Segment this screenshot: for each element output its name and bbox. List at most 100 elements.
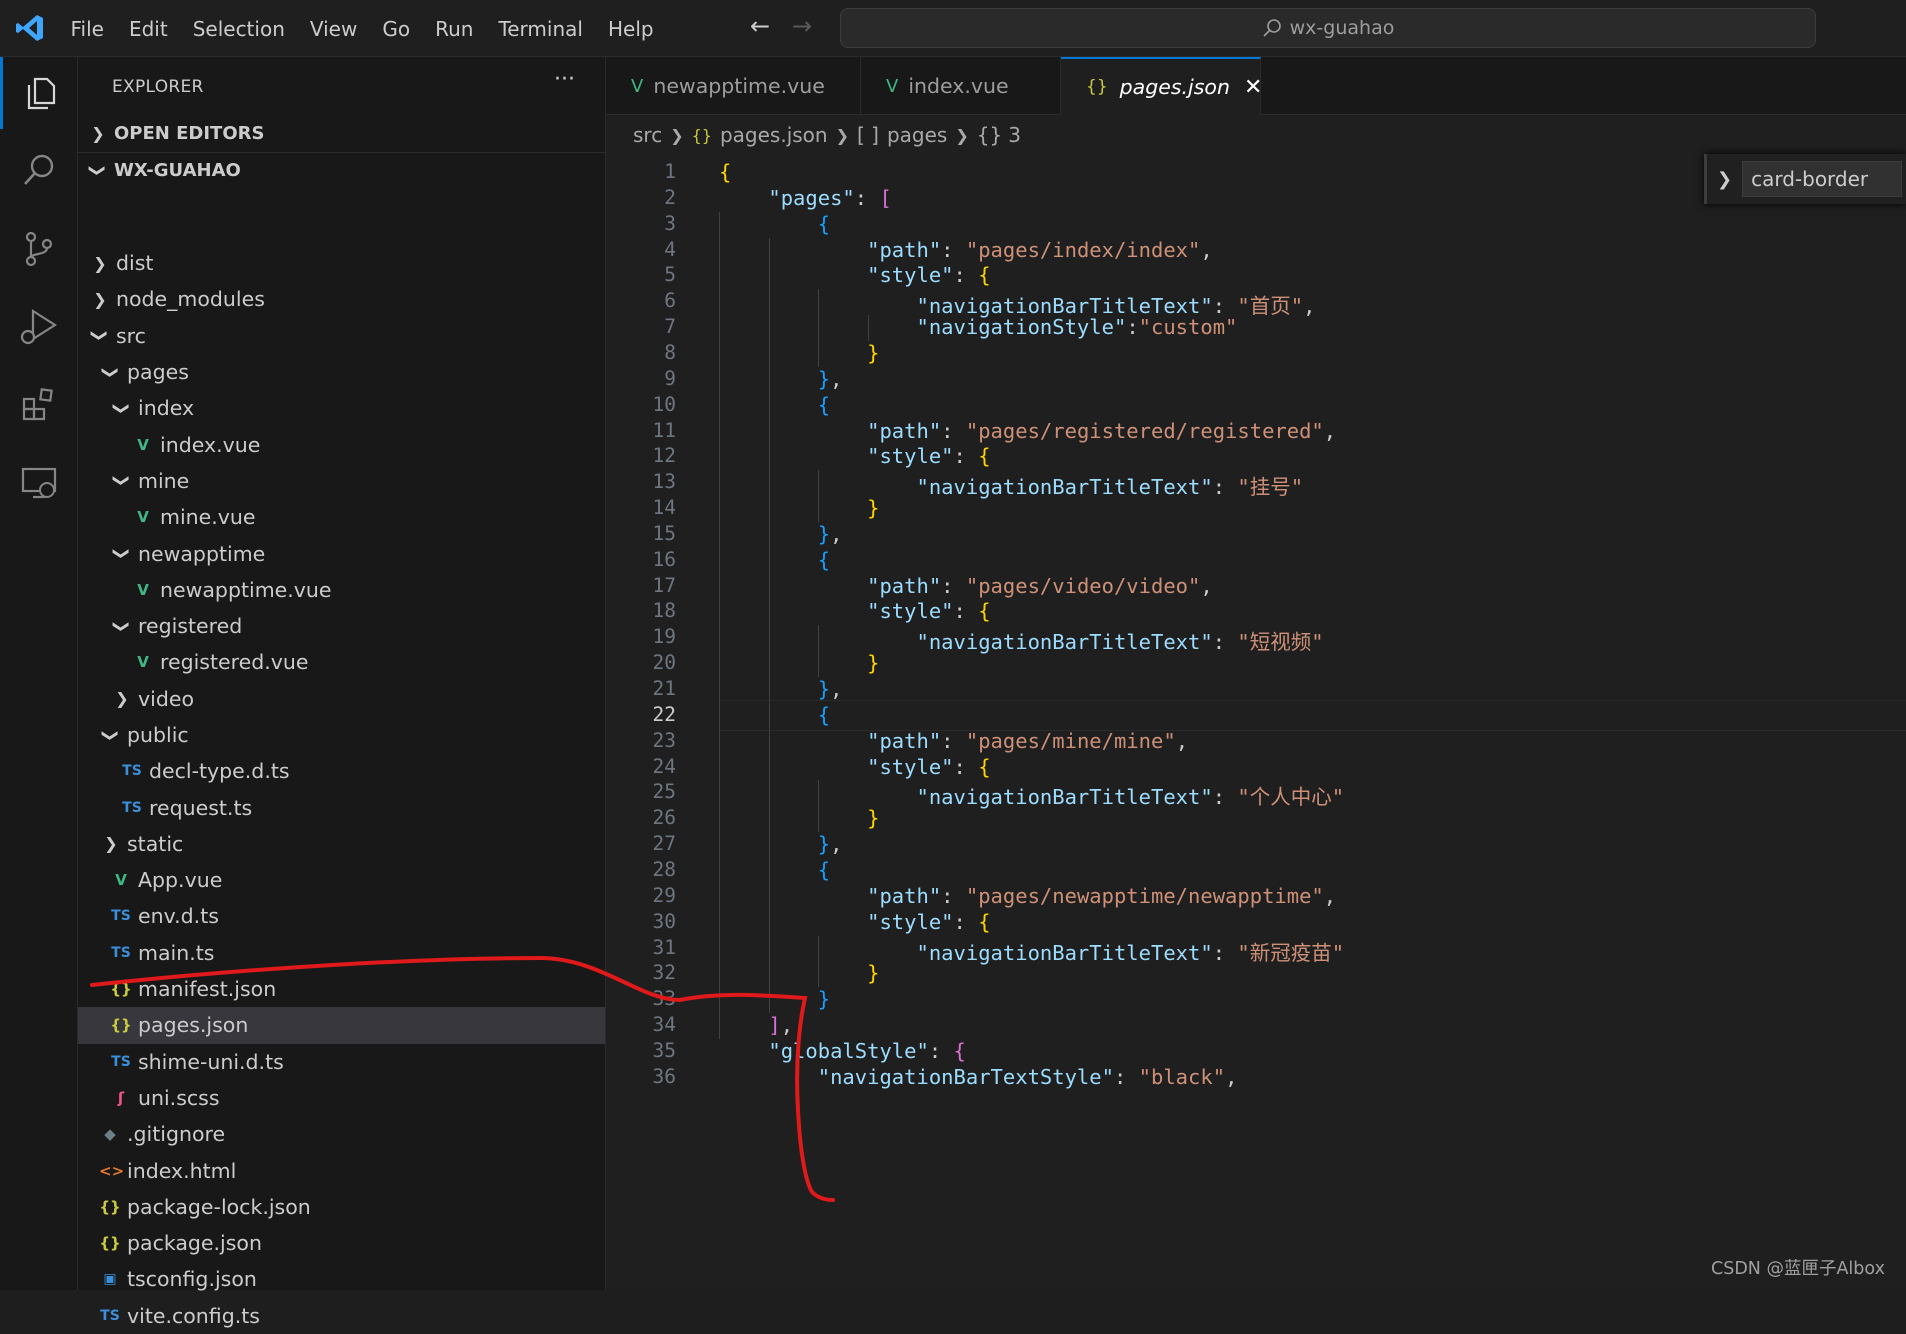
file-tree-item[interactable]: {} package-lock.json: [78, 1189, 605, 1225]
code-line[interactable]: },: [719, 522, 843, 546]
file-tree-label: src: [116, 323, 146, 348]
code-line[interactable]: },: [719, 677, 843, 701]
close-icon[interactable]: ✕: [1244, 75, 1262, 100]
breadcrumb-item[interactable]: pages: [887, 123, 947, 147]
file-tree-item[interactable]: TS main.ts: [78, 935, 605, 971]
menu-file[interactable]: File: [58, 17, 116, 41]
file-tree-item[interactable]: ❯ dist: [78, 245, 605, 281]
explorer-activity[interactable]: [0, 57, 78, 129]
code-line[interactable]: {: [719, 160, 731, 184]
breadcrumb-item[interactable]: 3: [1008, 123, 1021, 147]
file-tree-item[interactable]: Vmine.vue: [78, 499, 605, 535]
file-tree-item[interactable]: Vnewapptime.vue: [78, 572, 605, 608]
code-line[interactable]: "path": "pages/video/video",: [719, 574, 1213, 598]
file-tree-item[interactable]: ❯ video: [78, 681, 605, 717]
run-debug-activity[interactable]: [0, 291, 78, 363]
ts-file-icon: TS: [122, 763, 142, 780]
code-line[interactable]: "style": {: [719, 755, 990, 779]
search-activity[interactable]: [0, 135, 78, 207]
code-line[interactable]: }: [719, 806, 879, 830]
code-line[interactable]: {: [719, 212, 830, 236]
file-tree-item[interactable]: TS request.ts: [78, 789, 605, 825]
file-tree-item[interactable]: TS vite.config.ts: [78, 1298, 605, 1334]
remote-explorer-activity[interactable]: [0, 447, 78, 519]
file-tree-item[interactable]: TS shime-uni.d.ts: [78, 1044, 605, 1080]
file-tree-item[interactable]: ❯ node_modules: [78, 281, 605, 317]
menu-terminal[interactable]: Terminal: [486, 17, 596, 41]
code-line[interactable]: "navigationStyle":"custom": [719, 315, 1237, 339]
file-tree-item[interactable]: ❯ public: [78, 717, 605, 753]
tab-newapptime-vue[interactable]: V newapptime.vue: [606, 57, 861, 115]
code-line[interactable]: "path": "pages/registered/registered",: [719, 419, 1336, 443]
breadcrumb-item[interactable]: pages.json: [720, 123, 828, 147]
file-tree-item[interactable]: ▣ tsconfig.json: [78, 1261, 605, 1297]
code-line[interactable]: }: [719, 496, 879, 520]
command-center-search[interactable]: wx-guahao: [840, 8, 1816, 48]
file-tree-item[interactable]: <> index.html: [78, 1152, 605, 1188]
line-number: 18: [652, 599, 676, 623]
tab-pages-json[interactable]: {} pages.json ✕: [1061, 57, 1262, 115]
menu-edit[interactable]: Edit: [116, 17, 180, 41]
menu-selection[interactable]: Selection: [180, 17, 297, 41]
code-line[interactable]: }: [719, 987, 830, 1011]
file-tree-item[interactable]: TS decl-type.d.ts: [78, 753, 605, 789]
file-tree-item[interactable]: {} pages.json: [78, 1007, 605, 1044]
tab-index-vue[interactable]: V index.vue: [861, 57, 1061, 115]
array-icon: [ ]: [857, 123, 879, 147]
file-tree-item[interactable]: Vindex.vue: [78, 426, 605, 462]
menu-run[interactable]: Run: [423, 17, 486, 41]
open-editors-section[interactable]: ❯ OPEN EDITORS: [78, 116, 605, 150]
vue-file-icon: V: [137, 435, 149, 454]
line-number: 19: [652, 625, 676, 649]
code-line[interactable]: "style": {: [719, 444, 990, 468]
file-tree-item[interactable]: ʃ uni.scss: [78, 1080, 605, 1116]
back-arrow-icon[interactable]: ←: [750, 12, 770, 40]
project-section[interactable]: ❯ WX-GUAHAO: [78, 153, 605, 187]
source-control-activity[interactable]: [0, 213, 78, 285]
file-tree-item[interactable]: {} manifest.json: [78, 971, 605, 1007]
code-line[interactable]: "style": {: [719, 910, 990, 934]
file-tree-item[interactable]: ❯ pages: [78, 354, 605, 390]
code-line[interactable]: "path": "pages/newapptime/newapptime",: [719, 884, 1336, 908]
code-line[interactable]: "style": {: [719, 599, 990, 623]
file-tree-item[interactable]: ◆ .gitignore: [78, 1116, 605, 1152]
breadcrumb-item[interactable]: src: [633, 123, 662, 147]
object-icon: {}: [976, 123, 1003, 147]
file-tree-item[interactable]: ❯ index: [78, 390, 605, 426]
code-line[interactable]: },: [719, 367, 843, 391]
code-line[interactable]: {: [719, 548, 830, 572]
file-tree-item[interactable]: ❯ src: [78, 318, 605, 354]
file-tree-label: request.ts: [149, 795, 253, 820]
menu-view[interactable]: View: [297, 17, 369, 41]
file-tree-item[interactable]: V App.vue: [78, 862, 605, 898]
chevron-right-icon[interactable]: ❯: [1717, 169, 1732, 190]
code-line[interactable]: "style": {: [719, 263, 990, 287]
code-line[interactable]: "path": "pages/index/index",: [719, 238, 1213, 262]
code-line[interactable]: }: [719, 341, 879, 365]
extensions-activity[interactable]: [0, 369, 78, 441]
code-line[interactable]: ],: [719, 1013, 793, 1037]
file-tree-item[interactable]: ❯ static: [78, 826, 605, 862]
file-tree-item[interactable]: {} package.json: [78, 1225, 605, 1261]
code-line[interactable]: {: [719, 858, 830, 882]
file-tree-item[interactable]: Vregistered.vue: [78, 644, 605, 680]
file-tree-item[interactable]: TS env.d.ts: [78, 898, 605, 934]
forward-arrow-icon[interactable]: →: [792, 12, 812, 40]
code-line[interactable]: }: [719, 651, 879, 675]
menu-help[interactable]: Help: [595, 17, 666, 41]
file-tree-item[interactable]: ❯ newapptime: [78, 535, 605, 571]
menu-go[interactable]: Go: [370, 17, 423, 41]
code-line[interactable]: "pages": [: [719, 186, 891, 210]
code-editor[interactable]: 1 {2 "pages": [3 {4 "path": "pages/index/…: [606, 155, 1906, 1290]
code-line[interactable]: "navigationBarTextStyle": "black",: [719, 1065, 1238, 1089]
more-actions-icon[interactable]: ···: [554, 67, 575, 92]
code-line[interactable]: {: [719, 703, 830, 727]
code-line[interactable]: "globalStyle": {: [719, 1039, 965, 1063]
file-tree-item[interactable]: ❯ mine: [78, 463, 605, 499]
code-line[interactable]: "path": "pages/mine/mine",: [719, 729, 1188, 753]
code-line[interactable]: }: [719, 961, 879, 985]
file-tree-item[interactable]: ❯ registered: [78, 608, 605, 644]
find-input[interactable]: card-border: [1742, 161, 1903, 197]
code-line[interactable]: {: [719, 393, 830, 417]
code-line[interactable]: },: [719, 832, 843, 856]
